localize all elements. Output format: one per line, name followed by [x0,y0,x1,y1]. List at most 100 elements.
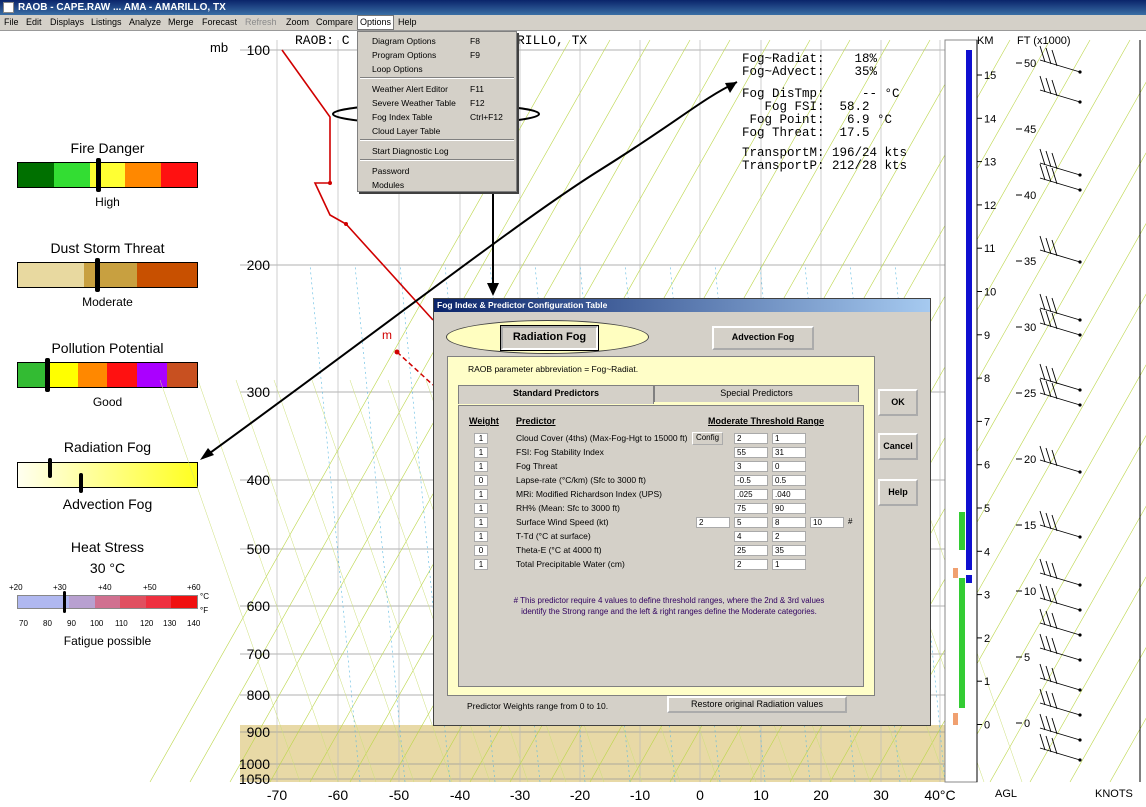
wind-barb-flag [1039,163,1046,181]
threshold-field[interactable]: 5 [734,517,768,528]
help-button[interactable]: Help [878,479,918,506]
hash-marker: # [848,517,853,526]
ok-button[interactable]: OK [878,389,918,416]
weight-field[interactable]: 1 [474,461,488,472]
menu-item-cloud-layer-table[interactable]: Cloud Layer Table [372,126,440,136]
predictor-name: RH% (Mean: Sfc to 3000 ft) [516,503,620,513]
threshold-field[interactable]: 3 [734,461,768,472]
weight-field[interactable]: 1 [474,447,488,458]
pressure-tick-label: 200 [247,257,271,273]
menu-item-diagram-options[interactable]: Diagram Options [372,36,436,46]
threshold-field[interactable]: .040 [772,489,806,500]
temperature-tick-label: 10 [753,787,769,803]
menu-separator [360,159,514,161]
predictor-name: Total Precipitable Water (cm) [516,559,625,569]
arrow-head [200,448,214,460]
weight-field[interactable]: 1 [474,433,488,444]
wind-barb-point [1078,333,1082,337]
ft-tick-label: 45 [1024,124,1036,136]
km-tick-label: 6 [984,460,990,472]
threshold-field[interactable]: .025 [734,489,768,500]
threshold-field[interactable]: 8 [772,517,806,528]
cancel-button[interactable]: Cancel [878,433,918,460]
predictor-row: 1 Cloud Cover (4ths) (Max-Fog-Hgt to 1500… [459,432,865,445]
tab-standard-predictors[interactable]: Standard Predictors [458,385,654,404]
threshold-field[interactable]: 1 [772,559,806,570]
threshold-field[interactable]: 75 [734,503,768,514]
threshold-field[interactable]: 90 [772,503,806,514]
menu-item-loop-options[interactable]: Loop Options [372,64,423,74]
wind-barb-staff [1039,677,1081,691]
weight-field[interactable]: 0 [474,545,488,556]
menu-item-modules[interactable]: Modules [372,180,404,190]
km-tick-label: 13 [984,157,996,169]
pressure-tick-label: 500 [247,541,271,557]
predictor-row: 1 T-Td (°C at surface) 4 2 [459,531,865,542]
profile-point [328,181,332,185]
threshold-field[interactable]: 2 [696,517,730,528]
wind-barb-flag [1039,733,1046,751]
threshold-field[interactable]: 1 [772,433,806,444]
menu-item-severe-weather-table[interactable]: Severe Weather Table [372,98,456,108]
wind-barb-staff [1039,392,1081,406]
predictor-row: 1 Surface Wind Speed (kt) 2 5 8 10 # [459,517,865,528]
threshold-field[interactable]: 2 [772,531,806,542]
predictor-row: 1 Total Precipitable Water (cm) 2 1 [459,559,865,570]
threshold-field[interactable]: 25 [734,545,768,556]
config-button[interactable]: Config [692,432,723,445]
threshold-field[interactable]: 0 [772,461,806,472]
wind-barb-staff [1039,572,1081,586]
threshold-field[interactable]: 0.5 [772,475,806,486]
height-axes: 1514131211109876543210504540353025201510… [977,58,1036,732]
threshold-field[interactable]: 10 [810,517,844,528]
pressure-tick-label: 300 [247,384,271,400]
weight-field[interactable]: 1 [474,503,488,514]
wind-barb-staff [1039,322,1081,336]
weight-field[interactable]: 1 [474,531,488,542]
predictor-row: 1 RH% (Mean: Sfc to 3000 ft) 75 90 [459,503,865,514]
advection-fog-button[interactable]: Advection Fog [712,326,814,350]
predictor-panel: RAOB parameter abbreviation = Fog~Radiat… [447,356,875,696]
km-tick-label: 8 [984,373,990,385]
weight-field[interactable]: 1 [474,559,488,570]
pressure-tick-label: 800 [247,687,271,703]
threshold-field[interactable]: 2 [734,559,768,570]
weight-field[interactable]: 0 [474,475,488,486]
chart-header: RAOB: C RILLO, TX [295,33,587,48]
threshold-field[interactable]: 31 [772,447,806,458]
threshold-field[interactable]: 55 [734,447,768,458]
temperature-tick-label: -50 [389,787,409,803]
ft-tick-label: 10 [1024,586,1036,598]
wind-barb-flag [1039,45,1046,63]
predictor-name: T-Td (°C at surface) [516,531,591,541]
menu-item-start-diagnostic-log[interactable]: Start Diagnostic Log [372,146,449,156]
weight-field[interactable]: 1 [474,517,488,528]
menu-item-weather-alert-editor[interactable]: Weather Alert Editor [372,84,448,94]
shortcut: F11 [470,84,485,94]
predictor-name: Fog Threat [516,461,558,471]
menu-item-fog-index-table[interactable]: Fog Index Table [372,112,432,122]
menu-separator [360,77,514,79]
wind-barb-flag [1039,713,1046,731]
threshold-field[interactable]: -0.5 [734,475,768,486]
restore-original-button[interactable]: Restore original Radiation values [667,696,847,713]
tab-special-predictors[interactable]: Special Predictors [654,385,859,402]
threshold-field[interactable]: 35 [772,545,806,556]
threshold-field[interactable]: 4 [734,531,768,542]
col-weight-header: Weight [469,416,499,426]
height-column-blue [966,50,972,570]
temperature-tick-label: -70 [267,787,287,803]
pressure-tick-label: 700 [247,646,271,662]
shortcut: Ctrl+F12 [470,112,503,122]
height-column-orange [953,713,958,725]
height-column-blue-mark [966,575,972,583]
menu-item-password[interactable]: Password [372,166,409,176]
threshold-field[interactable]: 2 [734,433,768,444]
ground-layer [240,725,945,782]
km-tick-label: 11 [984,243,995,255]
weight-field[interactable]: 1 [474,489,488,500]
km-tick-label: 7 [984,416,990,428]
menu-item-program-options[interactable]: Program Options [372,50,436,60]
radiation-fog-button[interactable]: Radiation Fog [500,325,599,351]
fog-config-dialog: Fog Index & Predictor Configuration Tabl… [433,298,931,726]
